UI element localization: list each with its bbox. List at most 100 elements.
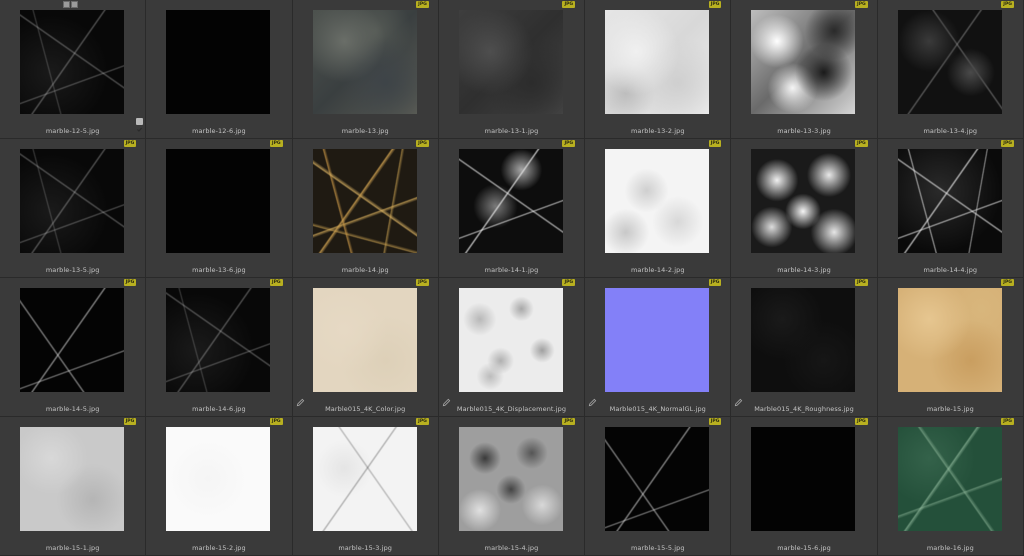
thumbnail-item-18[interactable]: Marble015_4K_Displacement.jpg JPG: [438, 278, 586, 417]
thumbnail-filename: Marble015_4K_Color.jpg: [325, 405, 406, 413]
thumbnail-filename: marble-13-1.jpg: [484, 127, 539, 135]
thumbnail-filename: marble-14-5.jpg: [45, 405, 100, 413]
thumbnail-item-27[interactable]: marble-15-6.jpg JPG: [731, 417, 878, 556]
thumbnail-image[interactable]: [458, 427, 563, 531]
thumbnail-filename: marble-13-5.jpg: [45, 266, 100, 274]
file-type-badge: JPG: [562, 140, 576, 147]
thumbnail-item-2[interactable]: marble-12-6.jpg: [146, 0, 293, 139]
file-type-badge: JPG: [269, 279, 283, 286]
file-type-badge: JPG: [1001, 1, 1014, 8]
thumbnail-filename: marble-15-1.jpg: [45, 544, 100, 552]
thumbnail-image[interactable]: [20, 149, 124, 253]
thumbnail-image[interactable]: [458, 149, 563, 253]
thumbnail-item-4[interactable]: marble-13-1.jpg JPG: [438, 0, 586, 139]
thumbnail-item-23[interactable]: marble-15-2.jpg JPG: [146, 417, 293, 556]
thumbnail-image[interactable]: [751, 427, 856, 531]
thumbnail-filename: marble-13-2.jpg: [630, 127, 685, 135]
file-type-badge: JPG: [708, 279, 722, 286]
thumbnail-image[interactable]: [897, 10, 1002, 114]
pencil-icon: [735, 398, 743, 407]
thumbnail-image[interactable]: [897, 149, 1002, 253]
thumbnail-image[interactable]: [458, 288, 563, 392]
thumbnail-image[interactable]: [312, 427, 417, 531]
file-type-badge: JPG: [855, 279, 868, 286]
pencil-icon[interactable]: [71, 1, 78, 8]
file-type-badge: JPG: [708, 1, 722, 8]
thumbnail-image[interactable]: [605, 427, 710, 531]
thumbnail-item-28[interactable]: marble-16.jpg JPG: [877, 417, 1024, 556]
thumbnail-filename: marble-15-5.jpg: [630, 544, 685, 552]
thumbnail-image[interactable]: [166, 10, 271, 114]
thumbnail-image[interactable]: [751, 149, 856, 253]
file-type-badge: JPG: [708, 140, 722, 147]
thumbnail-image[interactable]: [20, 288, 124, 392]
file-type-badge: JPG: [416, 1, 429, 8]
pencil-icon: [296, 398, 304, 407]
thumbnail-item-1[interactable]: marble-12-5.jpg: [0, 0, 147, 139]
thumbnail-image[interactable]: [312, 10, 417, 114]
thumbnail-item-3[interactable]: marble-13.jpg JPG: [292, 0, 439, 139]
thumbnail-item-11[interactable]: marble-14-1.jpg JPG: [438, 139, 586, 278]
file-type-badge: JPG: [562, 1, 576, 8]
thumbnail-item-17[interactable]: Marble015_4K_Color.jpg JPG: [292, 278, 439, 417]
file-type-badge: JPG: [562, 279, 576, 286]
thumbnail-image[interactable]: [897, 288, 1002, 392]
thumbnail-item-12[interactable]: marble-14-2.jpg JPG: [585, 139, 732, 278]
thumbnail-item-21[interactable]: marble-15.jpg JPG: [877, 278, 1024, 417]
thumbnail-grid: marble-12-5.jpg marble-12-6.jpg marble-1…: [0, 0, 1024, 556]
thumbnail-image[interactable]: [605, 288, 710, 392]
thumbnail-image[interactable]: [166, 288, 271, 392]
thumbnail-filename: marble-15-6.jpg: [777, 544, 831, 552]
pencil-icon: [442, 398, 451, 407]
thumbnail-item-6[interactable]: marble-13-3.jpg JPG: [731, 0, 878, 139]
file-type-badge: JPG: [1001, 279, 1014, 286]
thumbnail-item-22[interactable]: marble-15-1.jpg JPG: [0, 417, 147, 556]
file-type-badge: JPG: [855, 418, 868, 425]
thumbnail-image[interactable]: [458, 10, 563, 114]
thumbnail-item-19[interactable]: Marble015_4K_NormalGL.jpg JPG: [585, 278, 732, 417]
thumbnail-filename: marble-14.jpg: [341, 266, 389, 274]
thumbnail-item-20[interactable]: Marble015_4K_Roughness.jpg JPG: [731, 278, 878, 417]
thumbnail-item-13[interactable]: marble-14-3.jpg JPG: [731, 139, 878, 278]
thumbnail-image[interactable]: [20, 427, 124, 531]
file-type-badge: JPG: [416, 418, 429, 425]
thumbnail-filename: marble-13-4.jpg: [923, 127, 978, 135]
thumbnail-image[interactable]: [897, 427, 1002, 531]
thumbnail-image[interactable]: [605, 149, 710, 253]
thumbnail-filename: marble-16.jpg: [926, 544, 974, 552]
thumbnail-filename: Marble015_4K_Displacement.jpg: [456, 405, 567, 413]
thumbnail-image[interactable]: [751, 288, 856, 392]
thumbnail-image[interactable]: [312, 149, 417, 253]
thumbnail-image[interactable]: [605, 10, 710, 114]
thumbnail-filename: marble-15-2.jpg: [192, 544, 246, 552]
grid-icon[interactable]: [63, 1, 70, 8]
file-type-badge: JPG: [855, 1, 868, 8]
thumbnail-filename: marble-14-2.jpg: [630, 266, 685, 274]
thumbnail-item-24[interactable]: marble-15-3.jpg JPG: [292, 417, 439, 556]
thumbnail-filename: marble-15.jpg: [926, 405, 974, 413]
thumbnail-item-9[interactable]: marble-13-6.jpg JPG: [146, 139, 293, 278]
thumbnail-image[interactable]: [20, 10, 124, 114]
thumbnail-image[interactable]: [312, 288, 417, 392]
thumbnail-filename: marble-15-3.jpg: [338, 544, 393, 552]
thumbnail-filename: marble-13-3.jpg: [777, 127, 831, 135]
thumbnail-item-14[interactable]: marble-14-4.jpg JPG: [877, 139, 1024, 278]
thumbnail-filename: marble-13-6.jpg: [192, 266, 246, 274]
thumbnail-filename: Marble015_4K_NormalGL.jpg: [609, 405, 706, 413]
file-type-badge: JPG: [562, 418, 576, 425]
thumbnail-image[interactable]: [751, 10, 856, 114]
thumbnail-item-5[interactable]: marble-13-2.jpg JPG: [585, 0, 732, 139]
thumbnail-item-8[interactable]: marble-13-5.jpg JPG: [0, 139, 147, 278]
thumbnail-item-10[interactable]: marble-14.jpg JPG: [292, 139, 439, 278]
thumbnail-item-7[interactable]: marble-13-4.jpg JPG: [877, 0, 1024, 139]
checkbox-checked-icon[interactable]: [136, 118, 143, 132]
thumbnail-image[interactable]: [166, 149, 271, 253]
thumbnail-item-26[interactable]: marble-15-5.jpg JPG: [585, 417, 732, 556]
thumbnail-filename: marble-14-1.jpg: [484, 266, 539, 274]
thumbnail-item-16[interactable]: marble-14-6.jpg JPG: [146, 278, 293, 417]
thumbnail-item-15[interactable]: marble-14-5.jpg JPG: [0, 278, 147, 417]
pencil-icon: [588, 398, 597, 407]
thumbnail-item-25[interactable]: marble-15-4.jpg JPG: [438, 417, 586, 556]
thumbnail-image[interactable]: [166, 427, 271, 531]
thumbnail-filename: Marble015_4K_Roughness.jpg: [754, 405, 854, 413]
